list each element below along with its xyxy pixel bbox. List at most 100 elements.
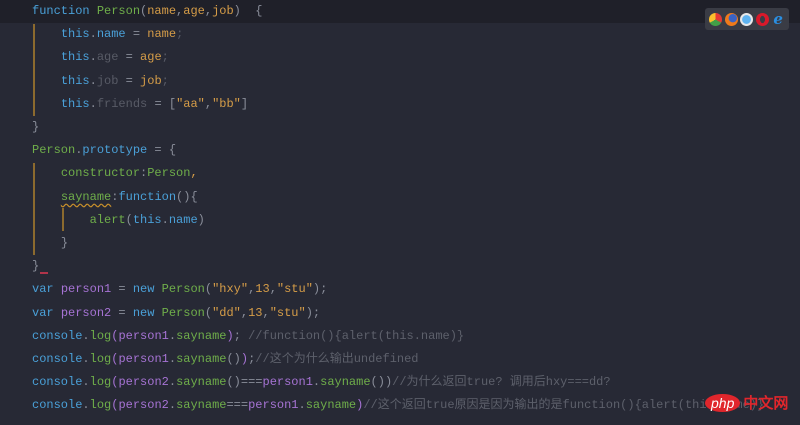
code-token: } [60,236,69,250]
code-line[interactable]: this.job = job; [32,70,169,93]
code-token: log [89,398,112,413]
code-token: } [32,120,40,134]
code-token: "dd" [212,305,241,320]
code-token: Person [32,143,76,158]
code-token: . [89,96,97,111]
code-line[interactable]: sayname:function(){ [32,186,198,209]
code-token: ); [312,282,328,297]
indent-guide [33,24,35,116]
code-token: new [132,305,155,320]
text-cursor [40,272,48,274]
code-token: ( [204,305,213,320]
indent-guide [33,163,35,255]
code-line[interactable]: } [32,116,39,139]
code-token: 13 [248,305,263,320]
code-token: //function(){alert(this.name)} [248,328,465,343]
code-token: ) [240,352,249,366]
code-token: function [32,4,90,18]
code-token: person1 [118,352,169,366]
code-token: job [96,73,119,88]
code-token: ; [161,50,169,65]
code-token: this [60,27,90,42]
opera-icon[interactable] [756,12,770,26]
code-token: === [226,398,249,413]
code-line[interactable]: function Person(name,age,job) { [0,0,800,23]
code-token: = [125,27,148,42]
code-token: "hxy" [212,282,249,297]
code-line[interactable]: console.log(person1.sayname());//这个为什么输出… [32,348,419,371]
code-line[interactable]: this.friends = ["aa","bb"] [32,93,248,116]
code-token: , [204,4,213,18]
code-line[interactable]: this.name = name; [32,23,183,46]
code-token: person1 [262,375,313,390]
ie-icon[interactable]: e [772,11,785,26]
code-token: function [118,189,177,204]
code-token: console [32,328,83,343]
code-token: . [168,398,177,413]
code-token: ) [197,212,205,227]
code-line[interactable]: constructor:Person, [32,162,198,185]
code-token: age [140,50,162,65]
code-token: . [82,328,90,343]
code-token: = [118,73,141,88]
code-token: new [132,282,155,297]
code-token: sayname [305,398,357,413]
code-line[interactable]: var person2 = new Person("dd",13,"stu"); [32,302,320,325]
code-token: ) { [233,4,263,18]
code-token: = [118,50,141,65]
code-line[interactable]: console.log(person2.sayname()===person1.… [32,371,611,394]
code-token: "stu" [269,305,306,320]
code-line[interactable]: console.log(person1.sayname); //function… [32,325,464,348]
code-line[interactable]: } [32,255,39,278]
chrome-icon[interactable] [709,12,723,26]
code-token: var [32,282,54,297]
code-token: . [168,375,177,390]
watermark-cn: 中文网 [743,394,789,412]
code-line[interactable]: Person.prototype = { [32,139,176,162]
code-line[interactable]: this.age = age; [32,46,169,69]
code-token: ; [176,27,184,42]
code-token: ; [161,73,169,88]
watermark-php: php [705,393,741,412]
code-token: sayname [176,375,227,390]
code-token: . [168,352,177,366]
firefox-icon[interactable] [724,12,738,26]
code-token: person2 [60,305,112,320]
code-token: , [190,166,198,181]
safari-icon[interactable] [740,12,754,26]
code-line[interactable]: var person1 = new Person("hxy",13,"stu")… [32,278,327,301]
code-token: job [140,73,162,88]
code-token: Person [161,305,205,320]
code-token: person1 [60,282,112,297]
code-token: person1 [118,328,169,343]
code-token: "aa" [176,96,205,111]
code-token: . [161,212,169,227]
code-editor[interactable]: function Person(name,age,job) { this.nam… [0,0,800,425]
code-token: , [262,305,270,320]
code-token: . [82,352,90,366]
code-token: this [60,73,90,88]
code-line[interactable]: alert(this.name) [32,209,205,232]
code-token: name [168,212,198,227]
code-line[interactable]: console.log(person2.sayname===person1.sa… [32,394,764,417]
code-token: sayname [176,352,227,366]
code-token: age [183,4,205,18]
code-token: ()) [370,375,393,390]
code-token: = { [147,143,177,158]
code-line[interactable]: } [32,232,68,255]
code-token: . [82,398,90,413]
code-token: . [89,27,97,42]
code-token: //这个为什么输出undefined [255,352,419,366]
code-token: ( [125,212,133,227]
watermark: php 中文网 [705,392,788,413]
